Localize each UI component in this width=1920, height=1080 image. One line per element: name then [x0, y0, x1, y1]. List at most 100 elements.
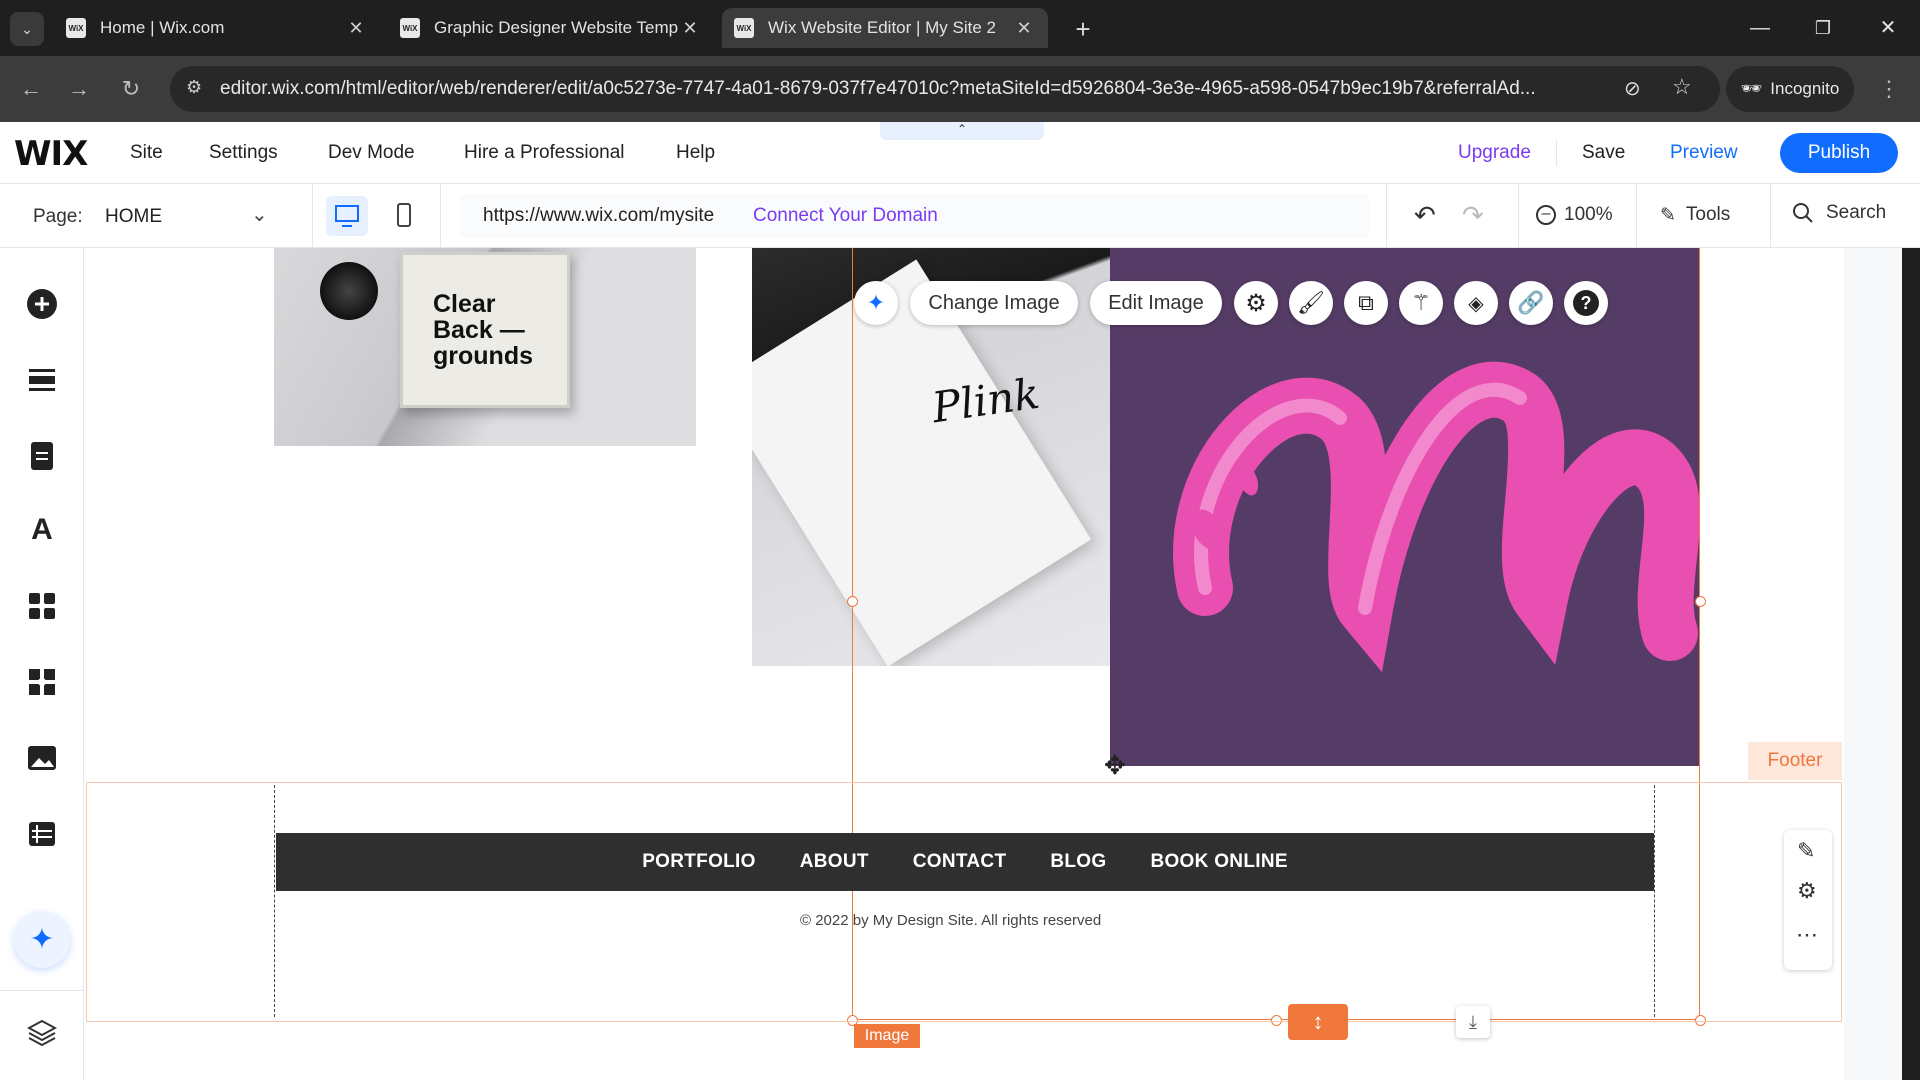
- incognito-icon: 🕶: [1740, 79, 1763, 98]
- collapse-toolbar-icon[interactable]: ⌃: [880, 122, 1044, 140]
- connect-domain-link[interactable]: Connect Your Domain: [753, 205, 938, 227]
- resize-handle-left[interactable]: [847, 596, 858, 607]
- tab-title: Home | Wix.com: [100, 18, 225, 37]
- preview-button[interactable]: Preview: [1670, 142, 1738, 164]
- footer-nav-about[interactable]: ABOUT: [800, 851, 869, 873]
- eye-off-icon[interactable]: ⊘: [1624, 76, 1641, 101]
- site-design-icon[interactable]: A: [22, 510, 62, 550]
- chevron-down-icon: ⌄: [251, 204, 268, 226]
- footer-section[interactable]: [86, 782, 1842, 1022]
- menu-dev-mode[interactable]: Dev Mode: [328, 142, 415, 164]
- resize-handle-right[interactable]: [1695, 596, 1706, 607]
- image-selection-label: Image: [854, 1024, 920, 1048]
- browser-tab-template[interactable]: WiX Graphic Designer Website Temp ✕: [388, 8, 714, 48]
- footer-nav-contact[interactable]: CONTACT: [913, 851, 1007, 873]
- divider: [0, 990, 84, 991]
- page-selector[interactable]: HOME ⌄: [105, 198, 275, 234]
- page-bar: Page: HOME ⌄ https://www.wix.com/mysite …: [0, 184, 1920, 248]
- browser-tab-home[interactable]: WiX Home | Wix.com ✕: [54, 8, 380, 48]
- mobile-icon: [397, 203, 411, 227]
- close-tab-icon[interactable]: ✕: [678, 18, 702, 39]
- left-sidebar: A ✦: [0, 248, 84, 1080]
- search-label: Search: [1826, 202, 1887, 223]
- divider: [1518, 184, 1519, 248]
- menu-hire-professional[interactable]: Hire a Professional: [464, 142, 625, 164]
- page-label: Page:: [33, 206, 83, 227]
- anchor-bottom-button[interactable]: ⤓: [1456, 1006, 1490, 1038]
- divider: [1770, 184, 1771, 248]
- search-button[interactable]: Search: [1792, 202, 1886, 224]
- search-icon: [1793, 203, 1813, 223]
- wix-favicon-icon: WiX: [734, 18, 754, 38]
- ai-assistant-icon[interactable]: ✦: [14, 912, 70, 968]
- save-button[interactable]: Save: [1582, 142, 1625, 164]
- publish-button[interactable]: Publish: [1780, 133, 1898, 173]
- grid-guide-right: [1654, 785, 1655, 1017]
- add-apps-icon[interactable]: [22, 586, 62, 626]
- add-section-icon[interactable]: [22, 360, 62, 400]
- tab-search-button[interactable]: ⌄: [10, 12, 44, 46]
- tools-icon: ✎: [1660, 205, 1676, 226]
- cms-icon[interactable]: [22, 814, 62, 854]
- wix-logo[interactable]: WIX: [14, 134, 88, 174]
- browser-menu-icon[interactable]: ⋮: [1872, 72, 1906, 106]
- redo-icon[interactable]: ↷: [1462, 200, 1484, 231]
- minimize-icon[interactable]: —: [1740, 12, 1780, 44]
- forward-icon[interactable]: →: [62, 72, 96, 106]
- browser-address-bar: ← → ↻ ⚙ editor.wix.com/html/editor/web/r…: [0, 56, 1920, 122]
- mobile-view-button[interactable]: [384, 196, 424, 236]
- browser-tab-bar: ⌄ WiX Home | Wix.com ✕ WiX Graphic Desig…: [0, 0, 1920, 56]
- edit-pencil-icon[interactable]: ✎: [1797, 838, 1815, 864]
- more-options-icon[interactable]: ⋯: [1796, 922, 1818, 948]
- site-page[interactable]: Clear Back — grounds Plink ✦ Change Imag…: [84, 248, 1844, 1080]
- menu-site[interactable]: Site: [130, 142, 163, 164]
- omnibox[interactable]: ⚙ editor.wix.com/html/editor/web/rendere…: [170, 66, 1720, 112]
- divider: [312, 184, 313, 248]
- back-icon[interactable]: ←: [14, 72, 48, 106]
- zoom-out-icon: –: [1536, 205, 1556, 225]
- footer-settings-icon[interactable]: ⚙: [1797, 878, 1817, 904]
- divider: [1556, 140, 1557, 166]
- site-url-bar: https://www.wix.com/mysite Connect Your …: [460, 194, 1370, 238]
- desktop-view-button[interactable]: [326, 196, 368, 236]
- business-tools-icon[interactable]: [22, 662, 62, 702]
- menu-help[interactable]: Help: [676, 142, 715, 164]
- upgrade-button[interactable]: Upgrade: [1458, 142, 1531, 164]
- url-text[interactable]: editor.wix.com/html/editor/web/renderer/…: [220, 78, 1620, 100]
- wix-favicon-icon: WiX: [66, 18, 86, 38]
- bookmark-star-icon[interactable]: ☆: [1672, 74, 1692, 100]
- browser-tab-editor[interactable]: WiX Wix Website Editor | My Site 2 ✕: [722, 8, 1048, 48]
- media-icon[interactable]: [22, 738, 62, 778]
- footer-quick-toolbar: ✎ ⚙ ⋯: [1784, 830, 1832, 970]
- footer-tag[interactable]: Footer: [1748, 742, 1842, 780]
- menu-settings[interactable]: Settings: [209, 142, 278, 164]
- divider: [1636, 184, 1637, 248]
- add-elements-icon[interactable]: [22, 284, 62, 324]
- restore-icon[interactable]: ❐: [1803, 12, 1843, 44]
- pages-menu-icon[interactable]: [22, 436, 62, 476]
- page-selector-value: HOME: [105, 206, 162, 227]
- close-window-icon[interactable]: ✕: [1868, 12, 1908, 44]
- tab-title: Wix Website Editor | My Site 2: [768, 18, 996, 37]
- grid-guide-left: [274, 785, 275, 1017]
- reload-icon[interactable]: ↻: [114, 72, 148, 106]
- zoom-control[interactable]: – 100%: [1536, 204, 1613, 226]
- new-tab-icon[interactable]: +: [1066, 12, 1100, 46]
- incognito-badge[interactable]: 🕶 Incognito: [1726, 66, 1854, 112]
- editor-canvas[interactable]: Clear Back — grounds Plink ✦ Change Imag…: [84, 248, 1902, 1080]
- undo-icon[interactable]: ↶: [1414, 200, 1436, 231]
- desktop-icon: [335, 205, 359, 227]
- cd-cover-image[interactable]: Clear Back — grounds: [274, 248, 696, 446]
- divider: [440, 184, 441, 248]
- close-tab-icon[interactable]: ✕: [344, 18, 368, 39]
- close-tab-icon[interactable]: ✕: [1012, 18, 1036, 39]
- tools-button[interactable]: ✎ Tools: [1660, 204, 1730, 227]
- site-info-icon[interactable]: ⚙: [186, 77, 202, 98]
- footer-nav-blog[interactable]: BLOG: [1050, 851, 1106, 873]
- layers-icon[interactable]: [22, 1012, 62, 1052]
- footer-nav-book-online[interactable]: BOOK ONLINE: [1150, 851, 1287, 873]
- wix-favicon-icon: WiX: [400, 18, 420, 38]
- footer-nav-portfolio[interactable]: PORTFOLIO: [642, 851, 756, 873]
- stretch-vertical-button[interactable]: ↕: [1288, 1004, 1348, 1040]
- cd-case: Clear Back — grounds: [400, 252, 570, 408]
